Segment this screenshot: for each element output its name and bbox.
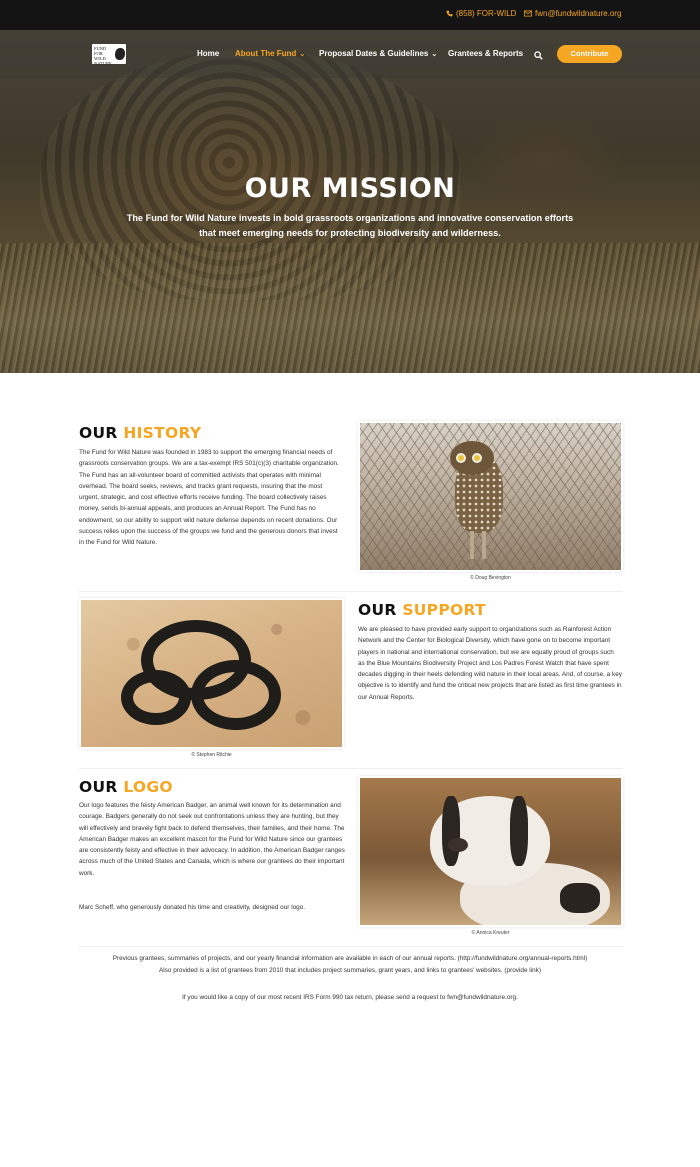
annual-reports-note: Previous grantees, summaries of projects… bbox=[112, 955, 588, 962]
search-button[interactable] bbox=[534, 47, 544, 60]
chevron-down-icon: ⌄ bbox=[299, 51, 306, 58]
hero-subtitle: The Fund for Wild Nature invests in bold… bbox=[126, 213, 574, 238]
logo-credit: Marc Scheff, who generously donated his … bbox=[79, 904, 306, 911]
logo-body: Our logo features the feisty American Ba… bbox=[79, 802, 345, 877]
snake-photo bbox=[79, 598, 344, 749]
owl-photo bbox=[358, 421, 623, 572]
hero-title: OUR MISSION bbox=[244, 173, 456, 204]
email-link[interactable]: fwn@fundwildnature.org bbox=[524, 9, 621, 18]
badger-photo-caption: © Annica Kreuter bbox=[471, 930, 510, 936]
site-logo[interactable]: FUND FOR WILD NATURE bbox=[92, 44, 126, 66]
badger-photo bbox=[358, 776, 623, 927]
owl-photo-caption: © Doug Bevington bbox=[470, 575, 511, 581]
search-icon bbox=[534, 51, 543, 60]
irs-form-note: If you would like a copy of our most rec… bbox=[182, 994, 518, 1001]
support-body: We are pleased to have provided early su… bbox=[358, 626, 622, 701]
logo-text: FUND FOR WILD NATURE bbox=[94, 46, 112, 66]
phone-text: (858) FOR-WILD bbox=[456, 9, 517, 18]
snake-photo-caption: © Stephen Ritchie bbox=[191, 752, 232, 758]
nav-about-the-fund[interactable]: About The Fund ⌄ bbox=[235, 49, 305, 58]
grantees-list-note: Also provided is a list of grantees from… bbox=[159, 967, 541, 974]
envelope-icon bbox=[524, 10, 532, 17]
contribute-button[interactable]: Contribute bbox=[557, 45, 622, 63]
logo-heading: OUR LOGO bbox=[79, 778, 173, 796]
history-heading: OUR HISTORY bbox=[79, 424, 202, 442]
top-contact-bar: (858) FOR-WILD fwn@fundwildnature.org bbox=[0, 0, 700, 30]
support-heading: OUR SUPPORT bbox=[358, 601, 486, 619]
history-body: The Fund for Wild Nature was founded in … bbox=[79, 449, 339, 547]
nav-grantees-reports[interactable]: Grantees & Reports bbox=[448, 49, 523, 58]
badger-icon bbox=[115, 48, 125, 60]
chevron-down-icon: ⌄ bbox=[431, 51, 438, 58]
phone-icon bbox=[446, 10, 453, 17]
nav-home[interactable]: Home bbox=[197, 49, 219, 58]
nav-proposal-dates-guidelines[interactable]: Proposal Dates & Guidelines ⌄ bbox=[319, 49, 437, 58]
phone-link[interactable]: (858) FOR-WILD bbox=[446, 9, 516, 18]
email-text: fwn@fundwildnature.org bbox=[535, 9, 622, 18]
